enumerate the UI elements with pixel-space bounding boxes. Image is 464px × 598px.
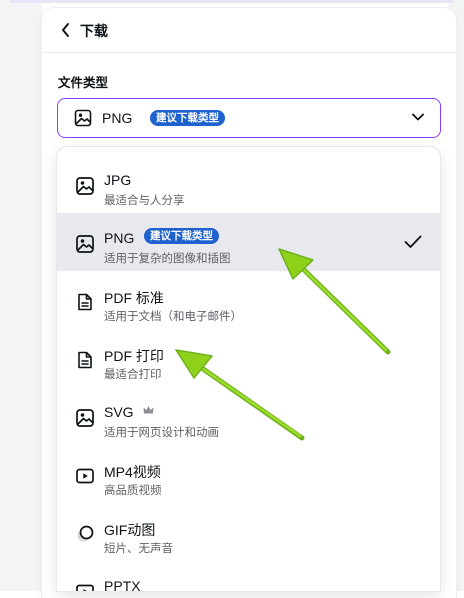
recommended-badge: 建议下载类型 xyxy=(144,228,219,244)
option-description: 短片、无声音 xyxy=(104,543,173,555)
gif-icon xyxy=(77,525,94,542)
checkmark-icon xyxy=(404,235,422,248)
document-icon xyxy=(78,293,92,311)
option-title: PDF 标准 xyxy=(104,290,164,306)
option-description: 适用于复杂的图像和插图 xyxy=(104,253,231,265)
presentation-icon xyxy=(76,584,94,591)
image-icon xyxy=(76,235,94,253)
image-icon xyxy=(76,409,94,427)
option-description: 最适合打印 xyxy=(104,369,162,381)
background-left xyxy=(0,0,42,591)
option-pdf-print[interactable]: PDF 打印 最适合打印 xyxy=(57,329,440,387)
file-type-dropdown: JPG 最适合与人分享 PNG 建议下载类型 适用于复杂的图像和插图 PDF 标… xyxy=(57,147,440,591)
option-description: 最适合与人分享 xyxy=(104,195,185,207)
option-gif[interactable]: GIF动图 短片、无声音 xyxy=(57,503,440,561)
file-type-select[interactable]: PNG 建议下载类型 xyxy=(57,98,441,138)
option-title: GIF动图 xyxy=(104,522,156,538)
image-icon xyxy=(74,109,92,127)
crown-icon xyxy=(143,406,154,414)
option-jpg[interactable]: JPG 最适合与人分享 xyxy=(57,155,440,213)
option-pptx[interactable]: PPTX xyxy=(57,561,440,591)
option-title: PDF 打印 xyxy=(104,348,164,364)
back-arrow-icon[interactable] xyxy=(60,22,72,38)
option-title: JPG xyxy=(104,172,132,188)
option-title: MP4视频 xyxy=(104,464,161,480)
file-type-label: 文件类型 xyxy=(58,76,109,90)
option-description: 高品质视频 xyxy=(104,485,162,497)
option-title: PPTX xyxy=(104,578,141,591)
video-icon xyxy=(76,468,94,484)
panel-header: 下载 xyxy=(42,8,456,53)
option-description: 适用于文档（和电子邮件） xyxy=(104,311,242,323)
option-svg[interactable]: SVG 适用于网页设计和动画 xyxy=(57,387,440,445)
option-title: SVG xyxy=(104,404,134,420)
top-accent-bar xyxy=(10,0,454,3)
option-pdf-standard[interactable]: PDF 标准 适用于文档（和电子邮件） xyxy=(57,271,440,329)
option-png[interactable]: PNG 建议下载类型 适用于复杂的图像和插图 xyxy=(57,213,440,271)
panel-title: 下载 xyxy=(80,23,108,39)
option-description: 适用于网页设计和动画 xyxy=(104,427,219,439)
document-icon xyxy=(78,351,92,369)
chevron-down-icon xyxy=(412,113,424,121)
option-mp4[interactable]: MP4视频 高品质视频 xyxy=(57,445,440,503)
image-icon xyxy=(76,177,94,195)
option-title: PNG xyxy=(104,230,135,246)
recommended-badge: 建议下载类型 xyxy=(150,110,225,126)
selected-file-type: PNG xyxy=(102,110,133,126)
